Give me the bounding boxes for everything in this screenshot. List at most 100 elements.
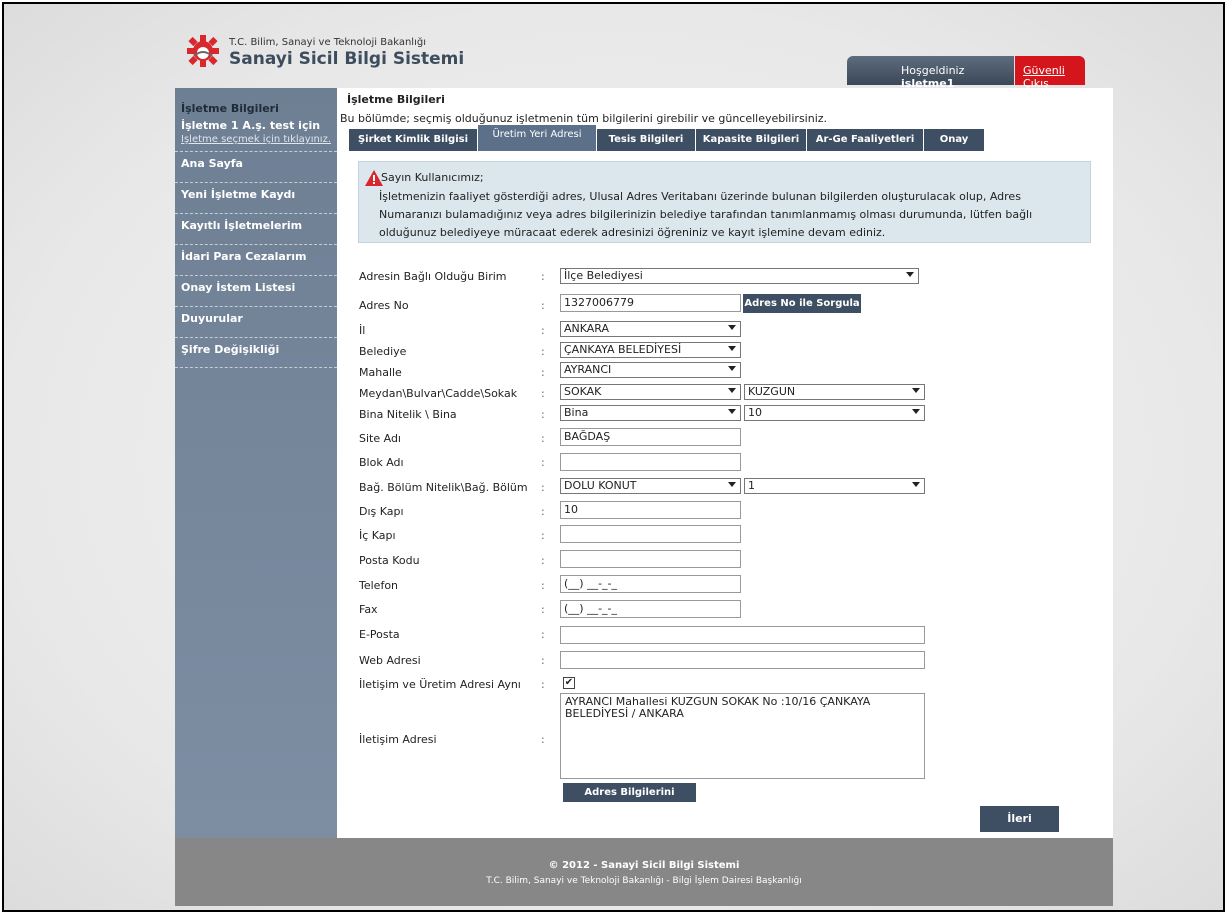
ayni-adres-checkbox[interactable]: ✔ xyxy=(563,677,575,689)
sokak-type-select[interactable]: SOKAK xyxy=(560,384,741,400)
colon: : xyxy=(541,481,545,494)
blok-label: Blok Adı xyxy=(359,456,404,469)
welcome-text: Hoşgeldiniz xyxy=(901,64,965,77)
mahalle-select-value: AYRANCI xyxy=(564,363,612,376)
sidebar-title: İşletme Bilgileri xyxy=(181,102,279,115)
colon: : xyxy=(541,603,545,616)
colon: : xyxy=(541,408,545,421)
web-input[interactable] xyxy=(560,651,925,669)
adres-no-query-button[interactable]: Adres No ile Sorgula xyxy=(743,294,861,313)
belediye-label: Belediye xyxy=(359,345,407,358)
site-label: Site Adı xyxy=(359,432,401,445)
ministry-name: T.C. Bilim, Sanayi ve Teknoloji Bakanlığ… xyxy=(229,37,426,48)
ic-kapi-label: İç Kapı xyxy=(359,529,396,542)
site-input[interactable]: BAĞDAŞ xyxy=(560,428,741,446)
footer-org: T.C. Bilim, Sanayi ve Teknoloji Bakanlığ… xyxy=(486,876,802,886)
belediye-select-value: ÇANKAYA BELEDİYESİ xyxy=(564,343,682,356)
page-title: İşletme Bilgileri xyxy=(347,93,445,106)
app-title: Sanayi Sicil Bilgi Sistemi xyxy=(229,49,465,69)
telefon-input[interactable]: (__) __-_-_ xyxy=(560,575,741,593)
tab-onay[interactable]: Onay xyxy=(924,129,985,151)
colon: : xyxy=(541,345,545,358)
bina-label: Bina Nitelik \ Bina xyxy=(359,408,457,421)
tab-kapasite[interactable]: Kapasite Bilgileri xyxy=(696,129,807,151)
chevron-down-icon xyxy=(912,482,920,487)
chevron-down-icon xyxy=(728,346,736,351)
il-select-value: ANKARA xyxy=(564,322,610,335)
web-label: Web Adresi xyxy=(359,654,421,667)
ayni-adres-label: İletişim ve Üretim Adresi Aynı xyxy=(359,678,521,691)
sidebar-item-sifre[interactable]: Şifre Değişikliği xyxy=(175,337,337,368)
user-bar: Hoşgeldiniz işletme1 xyxy=(847,56,1014,90)
chevron-down-icon xyxy=(728,482,736,487)
notice-box: Sayın Kullanıcımız; İşletmenizin faaliye… xyxy=(358,161,1091,243)
iletisim-adres-textarea[interactable]: AYRANCI Mahallesi KUZGUN SOKAK No :10/16… xyxy=(560,693,925,779)
notice-body: İşletmenizin faaliyet gösterdiği adres, … xyxy=(379,190,1033,239)
posta-input[interactable] xyxy=(560,550,741,568)
bina-type-select[interactable]: Bina xyxy=(560,405,741,421)
sidebar-item-duyurular[interactable]: Duyurular xyxy=(175,306,337,337)
sokak-name-select[interactable]: KUZGUN xyxy=(744,384,925,400)
sidebar-item-ana-sayfa[interactable]: Ana Sayfa xyxy=(175,151,337,182)
colon: : xyxy=(541,529,545,542)
colon: : xyxy=(541,456,545,469)
colon: : xyxy=(541,432,545,445)
sidebar: İşletme Bilgileri İşletme 1 A.ş. test iç… xyxy=(175,88,337,838)
fax-label: Fax xyxy=(359,603,378,616)
ic-kapi-input[interactable] xyxy=(560,525,741,543)
next-button[interactable]: İleri xyxy=(980,806,1059,832)
logout-area: Güvenli Çıkış xyxy=(1015,56,1085,90)
bolum-type-select[interactable]: DOLU KONUT xyxy=(560,478,741,494)
eposta-input[interactable] xyxy=(560,626,925,644)
sidebar-item-onay-istem[interactable]: Onay İstem Listesi xyxy=(175,275,337,306)
sokak-type-value: SOKAK xyxy=(564,385,602,398)
main-panel: İşletme Bilgileri Bu bölümde; seçmiş old… xyxy=(337,88,1113,838)
notice-title: Sayın Kullanıcımız; xyxy=(381,171,484,184)
il-select[interactable]: ANKARA xyxy=(560,321,741,337)
dis-kapi-input[interactable]: 10 xyxy=(560,501,741,519)
blok-input[interactable] xyxy=(560,453,741,471)
gear-logo-icon xyxy=(187,35,219,67)
telefon-label: Telefon xyxy=(359,579,399,592)
bolum-no-select[interactable]: 1 xyxy=(744,478,925,494)
chevron-down-icon xyxy=(728,409,736,414)
sidebar-menu: Ana Sayfa Yeni İşletme Kaydı Kayıtlı İşl… xyxy=(175,151,337,368)
sidebar-item-kayitli-isletmeler[interactable]: Kayıtlı İşletmelerim xyxy=(175,213,337,244)
mahalle-select[interactable]: AYRANCI xyxy=(560,362,741,378)
birim-select[interactable]: İlçe Belediyesi xyxy=(560,268,919,284)
tab-sirket-kimlik[interactable]: Şirket Kimlik Bilgisi xyxy=(349,129,478,151)
chevron-down-icon xyxy=(728,366,736,371)
colon: : xyxy=(541,366,545,379)
tab-arge[interactable]: Ar-Ge Faaliyetleri xyxy=(807,129,924,151)
save-address-button[interactable]: Adres Bilgilerini Kaydet xyxy=(563,783,696,817)
bolum-no-value: 1 xyxy=(748,479,755,492)
select-company-link[interactable]: İşletme seçmek için tıklayınız. xyxy=(181,134,337,145)
adres-no-input[interactable]: 1327006779 xyxy=(560,294,741,312)
bolum-type-value: DOLU KONUT xyxy=(564,479,637,492)
sidebar-item-idari-para-cezalari[interactable]: İdari Para Cezalarım xyxy=(175,244,337,275)
eposta-label: E-Posta xyxy=(359,628,400,641)
colon: : xyxy=(541,270,545,283)
sidebar-item-yeni-isletme[interactable]: Yeni İşletme Kaydı xyxy=(175,182,337,213)
footer: © 2012 - Sanayi Sicil Bilgi Sistemi T.C.… xyxy=(175,838,1113,906)
bina-no-select[interactable]: 10 xyxy=(744,405,925,421)
colon: : xyxy=(541,387,545,400)
mahalle-label: Mahalle xyxy=(359,366,402,379)
birim-label: Adresin Bağlı Olduğu Birim xyxy=(359,270,507,283)
tab-tesis[interactable]: Tesis Bilgileri xyxy=(597,129,696,151)
fax-input[interactable]: (__) __-_-_ xyxy=(560,600,741,618)
sokak-name-value: KUZGUN xyxy=(748,385,796,398)
logout-link[interactable]: Güvenli Çıkış xyxy=(1023,64,1085,90)
page-description: Bu bölümde; seçmiş olduğunuz işletmenin … xyxy=(340,112,828,125)
bina-type-value: Bina xyxy=(564,406,589,419)
colon: : xyxy=(541,554,545,567)
belediye-select[interactable]: ÇANKAYA BELEDİYESİ xyxy=(560,342,741,358)
posta-label: Posta Kodu xyxy=(359,554,420,567)
colon: : xyxy=(541,324,545,337)
colon: : xyxy=(541,654,545,667)
birim-select-value: İlçe Belediyesi xyxy=(564,269,643,282)
chevron-down-icon xyxy=(912,409,920,414)
tab-uretim-yeri[interactable]: Üretim Yeri Adresi xyxy=(478,125,597,151)
chevron-down-icon xyxy=(906,272,914,277)
chevron-down-icon xyxy=(728,388,736,393)
